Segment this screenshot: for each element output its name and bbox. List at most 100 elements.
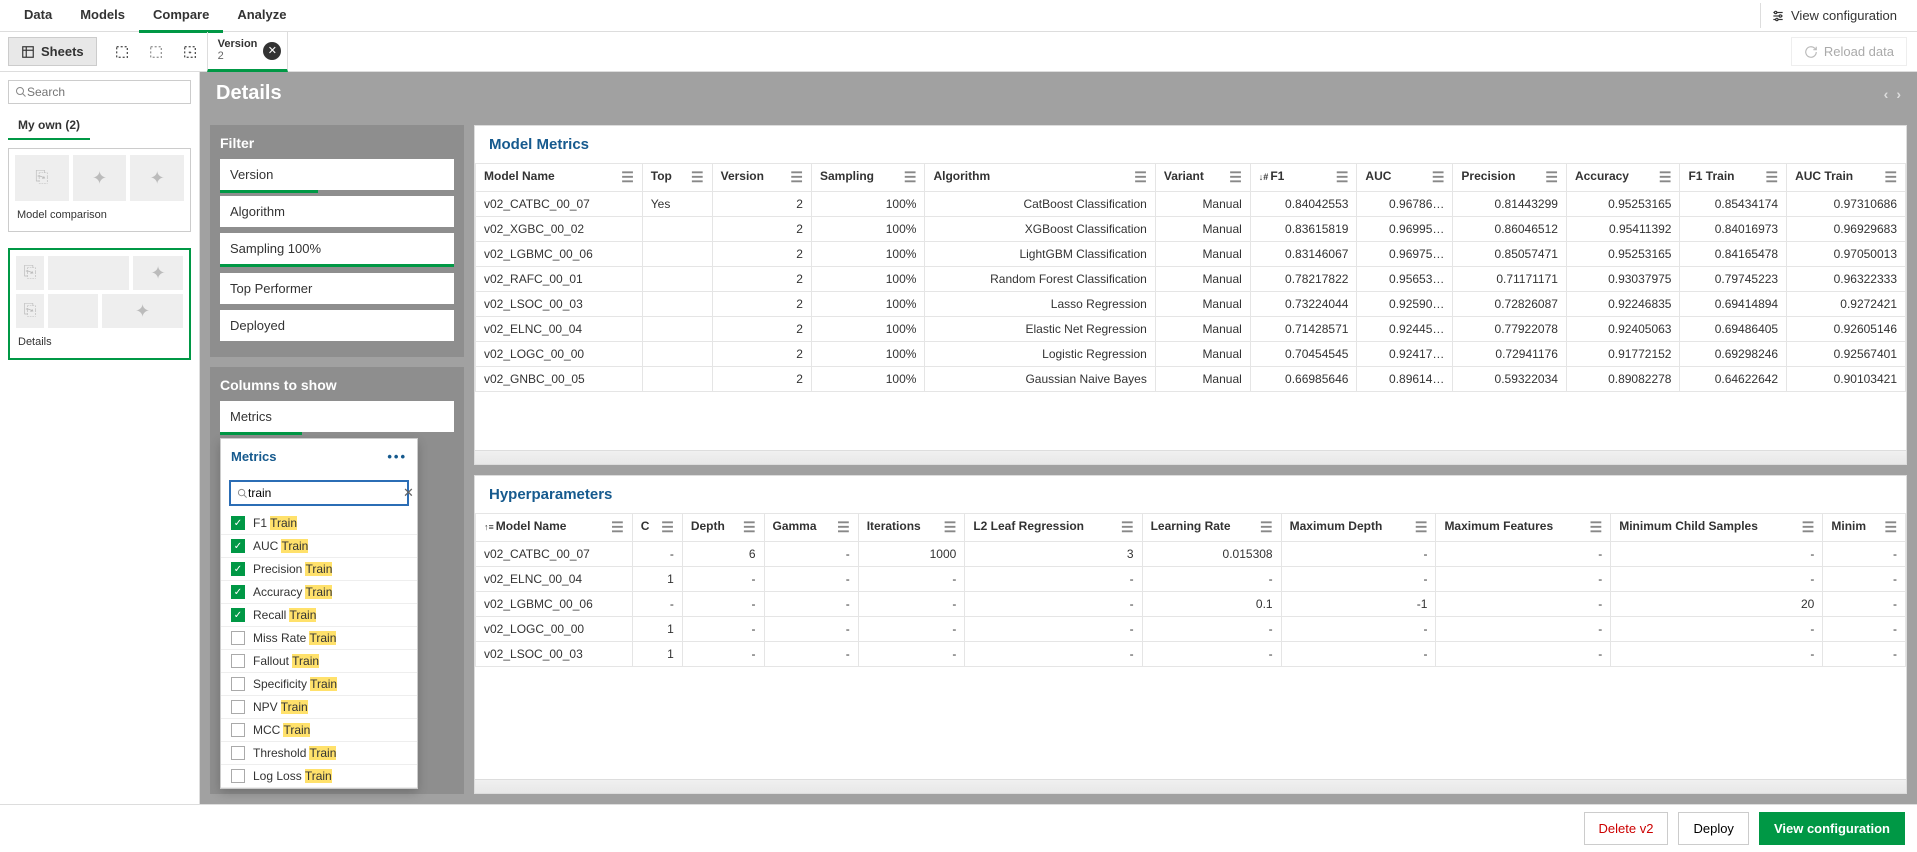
col-header[interactable]: Model Name☰ — [476, 164, 643, 192]
clear-icon[interactable]: ✕ — [403, 485, 414, 501]
column-menu-icon[interactable]: ☰ — [1134, 169, 1147, 186]
col-header[interactable]: Iterations☰ — [858, 514, 965, 542]
table-row[interactable]: v02_CATBC_00_07-6-100030.015308---- — [476, 542, 1906, 567]
nav-data[interactable]: Data — [10, 0, 66, 33]
column-menu-icon[interactable]: ☰ — [1884, 169, 1897, 186]
h-scrollbar[interactable] — [475, 779, 1906, 793]
select-tool-3[interactable] — [176, 38, 204, 66]
metrics-table[interactable]: Model Name☰Top☰Version☰Sampling☰Algorith… — [475, 163, 1906, 392]
table-row[interactable]: v02_GNBC_00_052100%Gaussian Naive BayesM… — [476, 367, 1906, 392]
column-menu-icon[interactable]: ☰ — [904, 169, 917, 186]
table-row[interactable]: v02_CATBC_00_07Yes2100%CatBoost Classifi… — [476, 192, 1906, 217]
col-header[interactable]: Minim☰ — [1823, 514, 1906, 542]
table-row[interactable]: v02_RAFC_00_012100%Random Forest Classif… — [476, 267, 1906, 292]
checkbox-icon[interactable] — [231, 631, 245, 645]
sheets-button[interactable]: Sheets — [8, 37, 97, 66]
checkbox-icon[interactable]: ✓ — [231, 539, 245, 553]
metric-option[interactable]: ✓Recall Train — [221, 604, 417, 627]
checkbox-icon[interactable]: ✓ — [231, 585, 245, 599]
view-config-top[interactable]: View configuration — [1760, 3, 1907, 28]
metric-option[interactable]: ✓Precision Train — [221, 558, 417, 581]
column-menu-icon[interactable]: ☰ — [1590, 519, 1603, 536]
table-row[interactable]: v02_XGBC_00_022100%XGBoost Classificatio… — [476, 217, 1906, 242]
checkbox-icon[interactable] — [231, 723, 245, 737]
metric-option[interactable]: ✓F1 Train — [221, 512, 417, 535]
metric-option[interactable]: Log Loss Train — [221, 765, 417, 788]
col-header[interactable]: Sampling☰ — [811, 164, 924, 192]
select-tool-1[interactable] — [108, 38, 136, 66]
checkbox-icon[interactable] — [231, 700, 245, 714]
filter-algorithm[interactable]: Algorithm — [220, 196, 454, 227]
col-header[interactable]: F1 Train☰ — [1680, 164, 1787, 192]
column-menu-icon[interactable]: ☰ — [837, 519, 850, 536]
col-header[interactable]: C☰ — [632, 514, 682, 542]
filter-sampling-100-[interactable]: Sampling 100% — [220, 233, 454, 267]
cols-metrics[interactable]: Metrics — [220, 401, 454, 432]
col-header[interactable]: L2 Leaf Regression☰ — [965, 514, 1142, 542]
thumb-model-comparison[interactable]: ⎘ ✦ ✦ Model comparison — [8, 148, 191, 232]
delete-button[interactable]: Delete v2 — [1584, 812, 1669, 845]
metric-option[interactable]: NPV Train — [221, 696, 417, 719]
reload-button[interactable]: Reload data — [1791, 37, 1907, 66]
column-menu-icon[interactable]: ☰ — [743, 519, 756, 536]
table-row[interactable]: v02_LSOC_00_032100%Lasso RegressionManua… — [476, 292, 1906, 317]
col-header[interactable]: Gamma☰ — [764, 514, 858, 542]
column-menu-icon[interactable]: ☰ — [1545, 169, 1558, 186]
col-header[interactable]: Learning Rate☰ — [1142, 514, 1281, 542]
h-scrollbar[interactable] — [475, 450, 1906, 464]
sidebar-search-input[interactable] — [27, 85, 184, 99]
metric-option[interactable]: Fallout Train — [221, 650, 417, 673]
chevron-left-icon[interactable]: ‹ — [1884, 86, 1889, 102]
column-menu-icon[interactable]: ☰ — [1766, 169, 1779, 186]
col-header[interactable]: Minimum Child Samples☰ — [1611, 514, 1823, 542]
column-menu-icon[interactable]: ☰ — [1229, 169, 1242, 186]
col-header[interactable]: Variant☰ — [1155, 164, 1250, 192]
col-header[interactable]: ↓#F1☰ — [1250, 164, 1357, 192]
col-header[interactable]: Precision☰ — [1453, 164, 1567, 192]
column-menu-icon[interactable]: ☰ — [1121, 519, 1134, 536]
column-menu-icon[interactable]: ☰ — [611, 519, 624, 536]
column-menu-icon[interactable]: ☰ — [1802, 519, 1815, 536]
select-tool-2[interactable] — [142, 38, 170, 66]
table-row[interactable]: v02_LOGC_00_001--------- — [476, 617, 1906, 642]
checkbox-icon[interactable] — [231, 769, 245, 783]
column-menu-icon[interactable]: ☰ — [1415, 519, 1428, 536]
column-menu-icon[interactable]: ☰ — [691, 169, 704, 186]
column-menu-icon[interactable]: ☰ — [1260, 519, 1273, 536]
more-icon[interactable]: ••• — [387, 449, 407, 464]
hyper-table[interactable]: ↑≡Model Name☰C☰Depth☰Gamma☰Iterations☰L2… — [475, 513, 1906, 667]
col-header[interactable]: AUC Train☰ — [1787, 164, 1906, 192]
deploy-button[interactable]: Deploy — [1678, 812, 1748, 845]
checkbox-icon[interactable] — [231, 746, 245, 760]
filter-version[interactable]: Version — [220, 159, 454, 190]
table-row[interactable]: v02_ELNC_00_041--------- — [476, 567, 1906, 592]
col-header[interactable]: AUC☰ — [1357, 164, 1453, 192]
myown-tab[interactable]: My own (2) — [8, 112, 90, 140]
col-header[interactable]: Depth☰ — [682, 514, 764, 542]
table-row[interactable]: v02_LSOC_00_031--------- — [476, 642, 1906, 667]
column-menu-icon[interactable]: ☰ — [944, 519, 957, 536]
col-header[interactable]: Algorithm☰ — [925, 164, 1155, 192]
nav-compare[interactable]: Compare — [139, 0, 223, 33]
table-row[interactable]: v02_ELNC_00_042100%Elastic Net Regressio… — [476, 317, 1906, 342]
column-menu-icon[interactable]: ☰ — [1659, 169, 1672, 186]
metric-option[interactable]: MCC Train — [221, 719, 417, 742]
nav-models[interactable]: Models — [66, 0, 139, 33]
checkbox-icon[interactable] — [231, 654, 245, 668]
nav-analyze[interactable]: Analyze — [223, 0, 300, 33]
table-row[interactable]: v02_LOGC_00_002100%Logistic RegressionMa… — [476, 342, 1906, 367]
metric-option[interactable]: Miss Rate Train — [221, 627, 417, 650]
col-header[interactable]: Top☰ — [642, 164, 712, 192]
filter-deployed[interactable]: Deployed — [220, 310, 454, 341]
table-row[interactable]: v02_LGBMC_00_062100%LightGBM Classificat… — [476, 242, 1906, 267]
sidebar-search[interactable] — [8, 80, 191, 104]
col-header[interactable]: Version☰ — [712, 164, 811, 192]
col-header[interactable]: ↑≡Model Name☰ — [476, 514, 633, 542]
checkbox-icon[interactable] — [231, 677, 245, 691]
col-header[interactable]: Accuracy☰ — [1566, 164, 1680, 192]
table-row[interactable]: v02_LGBMC_00_06-----0.1-1-20- — [476, 592, 1906, 617]
metric-option[interactable]: Threshold Train — [221, 742, 417, 765]
col-header[interactable]: Maximum Depth☰ — [1281, 514, 1436, 542]
version-chip[interactable]: Version 2 ✕ — [207, 32, 289, 72]
metric-option[interactable]: ✓Accuracy Train — [221, 581, 417, 604]
